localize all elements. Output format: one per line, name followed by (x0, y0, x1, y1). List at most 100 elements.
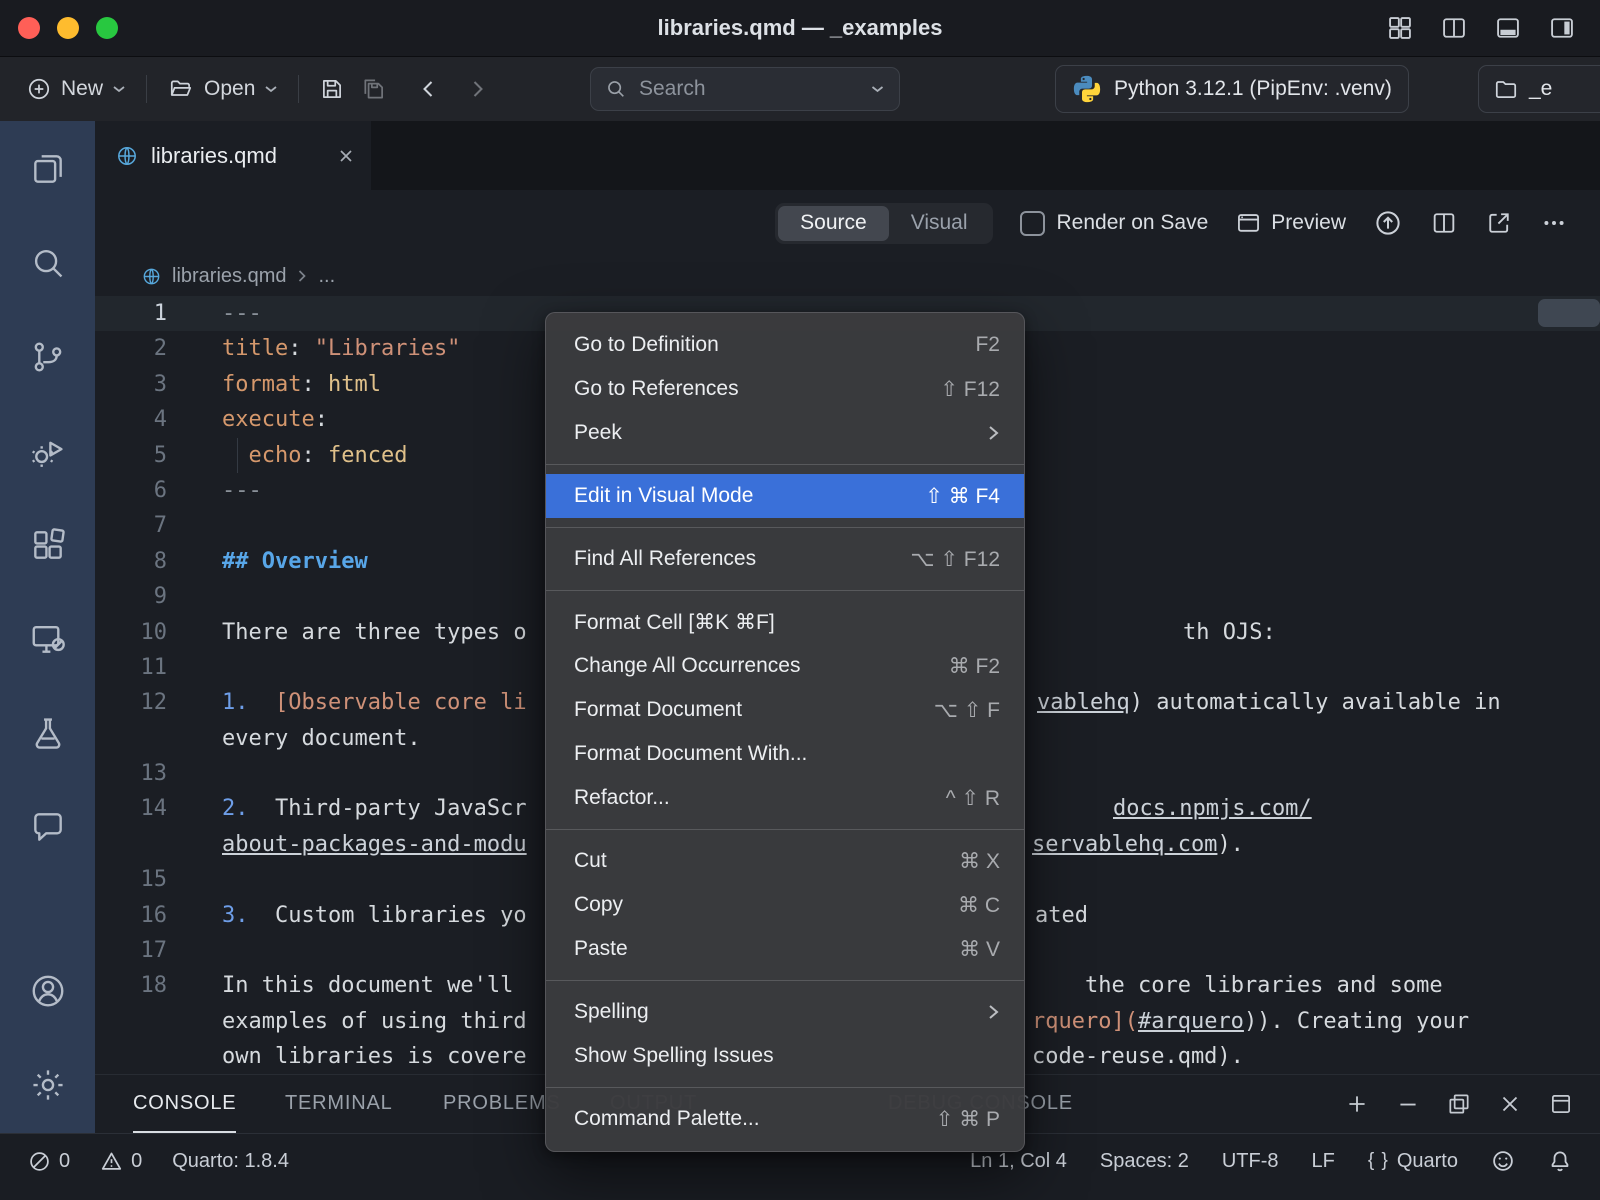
line-number: 6 (95, 473, 200, 508)
new-button[interactable]: New (26, 76, 126, 102)
context-menu-item[interactable]: Spelling (546, 990, 1024, 1034)
run-debug-icon[interactable] (29, 432, 67, 470)
settings-gear-icon[interactable] (29, 1066, 67, 1104)
status-item[interactable] (1548, 1149, 1572, 1173)
open-button[interactable]: Open (167, 76, 278, 102)
more-actions-icon[interactable] (1540, 209, 1568, 237)
toggle-panel-icon[interactable] (1494, 14, 1522, 42)
chat-icon[interactable] (29, 808, 67, 846)
folder-icon (1493, 76, 1519, 102)
status-item-utf-8[interactable]: UTF-8 (1222, 1150, 1279, 1173)
context-menu-item[interactable]: Format Document With... (546, 732, 1024, 776)
close-window-button[interactable] (18, 17, 40, 39)
error-circle-icon (28, 1150, 51, 1173)
line-number: 2 (95, 331, 200, 366)
chevron-down-icon (112, 84, 126, 94)
context-menu-item[interactable]: Find All References⌥ ⇧ F12 (546, 537, 1024, 581)
explorer-icon[interactable] (29, 150, 67, 188)
minimize-window-button[interactable] (57, 17, 79, 39)
split-editor-icon[interactable] (1430, 209, 1458, 237)
restore-panel-icon[interactable] (1446, 1091, 1472, 1117)
breadcrumb-ellipsis[interactable]: ... (318, 265, 335, 288)
bell-icon (1548, 1149, 1572, 1173)
chevron-down-icon[interactable] (870, 84, 885, 94)
global-search-box[interactable] (590, 67, 900, 111)
context-menu-item[interactable]: Format Document⌥ ⇧ F (546, 688, 1024, 732)
context-menu-item[interactable]: Edit in Visual Mode⇧ ⌘ F4 (546, 474, 1024, 518)
chevron-right-icon (296, 269, 308, 283)
editor-tab-bar: libraries.qmd (95, 121, 1600, 190)
zoom-window-button[interactable] (96, 17, 118, 39)
context-menu-item[interactable]: Command Palette...⇧ ⌘ P (546, 1097, 1024, 1141)
save-icon[interactable] (319, 76, 345, 102)
split-editor-layout-icon[interactable] (1440, 14, 1468, 42)
new-console-plus-icon[interactable] (1344, 1091, 1370, 1117)
maximize-panel-icon[interactable] (1548, 1091, 1574, 1117)
tab-libraries-qmd[interactable]: libraries.qmd (95, 121, 371, 190)
context-menu-item[interactable]: Refactor...^ ⇧ R (546, 776, 1024, 820)
source-mode-button[interactable]: Source (778, 206, 889, 241)
minimize-panel-icon[interactable] (1395, 1091, 1421, 1117)
line-number: 9 (95, 579, 200, 614)
activity-bar (0, 121, 95, 1133)
render-on-save-checkbox[interactable] (1020, 211, 1045, 236)
divider (146, 75, 147, 103)
account-icon[interactable] (29, 972, 67, 1010)
context-menu-item[interactable]: Peek (546, 411, 1024, 455)
status-item-quarto-1-8-4[interactable]: Quarto: 1.8.4 (172, 1150, 289, 1173)
title-bar: libraries.qmd — _examples (0, 0, 1600, 56)
customize-layout-icon[interactable] (1386, 14, 1414, 42)
window-controls (18, 17, 118, 39)
workspace-button[interactable]: _e (1478, 65, 1600, 113)
context-menu-item[interactable]: Change All Occurrences⌘ F2 (546, 644, 1024, 688)
breadcrumb-file[interactable]: libraries.qmd (172, 265, 286, 288)
toggle-sidebar-icon[interactable] (1548, 14, 1576, 42)
extensions-icon[interactable] (29, 526, 67, 564)
interpreter-selector[interactable]: Python 3.12.1 (PipEnv: .venv) (1055, 65, 1409, 113)
line-number: 3 (95, 367, 200, 402)
panel-tab-terminal[interactable]: TERMINAL (285, 1075, 393, 1133)
submenu-chevron-icon (987, 1002, 1000, 1022)
save-all-icon[interactable] (361, 76, 387, 102)
context-menu-item[interactable]: Paste⌘ V (546, 927, 1024, 971)
line-number: 5 (95, 438, 200, 473)
close-panel-icon[interactable] (1497, 1091, 1523, 1117)
context-menu-separator (546, 527, 1024, 528)
render-icon[interactable] (1373, 208, 1403, 238)
open-external-icon[interactable] (1485, 209, 1513, 237)
status-item[interactable] (1491, 1149, 1515, 1173)
testing-flask-icon[interactable] (29, 714, 67, 752)
search-icon[interactable] (29, 244, 67, 282)
smiley-icon (1491, 1149, 1515, 1173)
navigate-back-icon[interactable] (417, 76, 441, 102)
sessions-icon[interactable] (29, 620, 67, 658)
search-input[interactable] (637, 76, 860, 102)
context-menu-separator (546, 829, 1024, 830)
status-item-0[interactable]: 0 (28, 1150, 70, 1173)
line-number: 7 (95, 508, 200, 543)
panel-tab-problems[interactable]: PROBLEMS (443, 1075, 561, 1133)
line-number: 18 (95, 968, 200, 1003)
close-tab-icon[interactable] (337, 147, 355, 165)
panel-tab-console[interactable]: CONSOLE (133, 1075, 236, 1133)
status-item-quarto[interactable]: { }Quarto (1368, 1150, 1458, 1173)
navigate-forward-icon[interactable] (465, 76, 489, 102)
line-number: 13 (95, 756, 200, 791)
status-item-ln-1-col-4[interactable]: Ln 1, Col 4 (970, 1150, 1067, 1173)
preview-icon (1235, 210, 1262, 237)
render-on-save-label: Render on Save (1057, 211, 1209, 235)
context-menu-item[interactable]: Show Spelling Issues (546, 1034, 1024, 1078)
status-item-spaces-2[interactable]: Spaces: 2 (1100, 1150, 1189, 1173)
status-item-0[interactable]: 0 (100, 1150, 142, 1173)
source-control-icon[interactable] (29, 338, 67, 376)
context-menu-item[interactable]: Copy⌘ C (546, 883, 1024, 927)
context-menu-item[interactable]: Format Cell [⌘K ⌘F] (546, 600, 1024, 644)
context-menu-item[interactable]: Go to References⇧ F12 (546, 367, 1024, 411)
status-item-lf[interactable]: LF (1312, 1150, 1335, 1173)
preview-button[interactable]: Preview (1235, 210, 1346, 237)
panel-actions (1344, 1075, 1574, 1133)
visual-mode-button[interactable]: Visual (889, 206, 990, 241)
context-menu-item[interactable]: Go to DefinitionF2 (546, 323, 1024, 367)
tab-label: libraries.qmd (151, 143, 277, 169)
context-menu-item[interactable]: Cut⌘ X (546, 839, 1024, 883)
